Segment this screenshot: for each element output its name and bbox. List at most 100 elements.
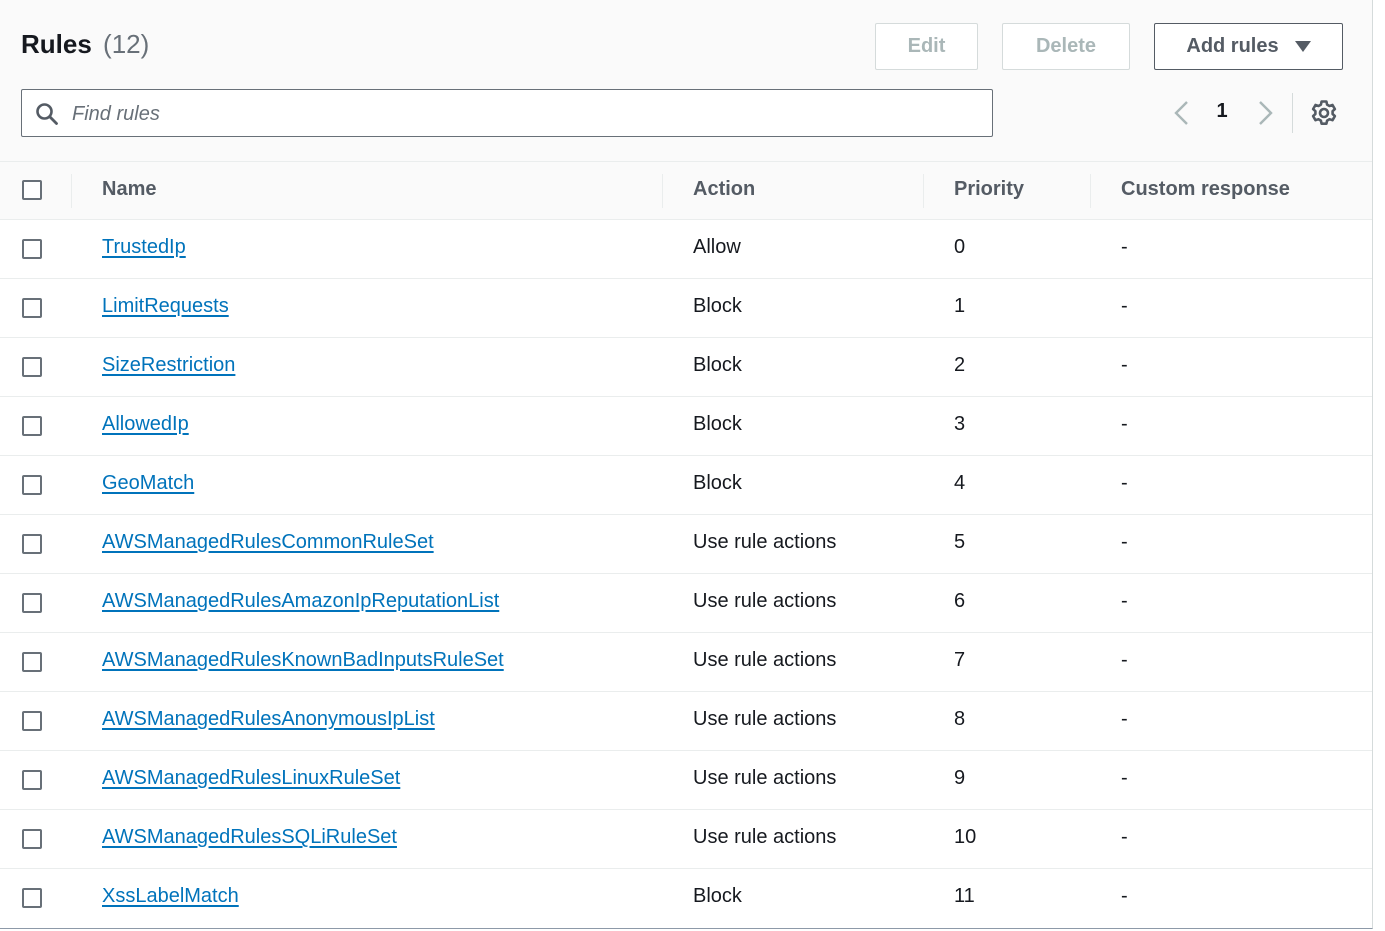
column-header-name[interactable]: Name <box>102 178 156 201</box>
rule-custom-response: - <box>1121 354 1128 376</box>
search-field[interactable] <box>21 89 993 137</box>
rule-name-link[interactable]: AWSManagedRulesCommonRuleSet <box>102 531 434 554</box>
rule-name-link[interactable]: AWSManagedRulesLinuxRuleSet <box>102 767 400 790</box>
rule-action: Use rule actions <box>693 708 837 730</box>
rule-priority: 8 <box>954 708 966 730</box>
rule-name-link[interactable]: AWSManagedRulesSQLiRuleSet <box>102 826 397 849</box>
column-header-action[interactable]: Action <box>693 178 755 201</box>
chevron-left-icon[interactable] <box>1172 100 1192 126</box>
table-row: AWSManagedRulesKnownBadInputsRuleSet Use… <box>0 633 1372 692</box>
search-icon <box>36 103 58 125</box>
rule-priority: 6 <box>954 590 966 612</box>
rule-priority: 1 <box>954 295 966 317</box>
rule-action: Block <box>693 472 742 494</box>
table-row: AWSManagedRulesLinuxRuleSet Use rule act… <box>0 751 1372 810</box>
page-number[interactable]: 1 <box>1212 100 1232 123</box>
rule-custom-response: - <box>1121 472 1128 494</box>
rule-action: Use rule actions <box>693 531 837 553</box>
row-checkbox[interactable] <box>22 239 42 259</box>
rule-name-link[interactable]: AWSManagedRulesKnownBadInputsRuleSet <box>102 649 504 672</box>
rule-priority: 4 <box>954 472 966 494</box>
column-header-priority[interactable]: Priority <box>954 178 1024 201</box>
table-header: Name Action Priority Custom response <box>0 162 1372 220</box>
rules-panel: Rules (12) Edit Delete Add rules 1 <box>0 0 1373 929</box>
rule-name-link[interactable]: XssLabelMatch <box>102 885 239 908</box>
row-checkbox[interactable] <box>22 416 42 436</box>
delete-button-label: Delete <box>1035 35 1097 57</box>
title-text: Rules <box>21 29 92 59</box>
rules-table-body: TrustedIp Allow 0 - LimitRequests Block … <box>0 220 1372 928</box>
add-rules-button-label: Add rules <box>1186 35 1279 57</box>
rule-name-link[interactable]: AWSManagedRulesAmazonIpReputationList <box>102 590 499 613</box>
row-checkbox[interactable] <box>22 829 42 849</box>
rules-count: (12) <box>103 29 150 59</box>
rules-header: Rules (12) Edit Delete Add rules 1 <box>0 0 1372 162</box>
chevron-right-icon[interactable] <box>1255 100 1275 126</box>
row-checkbox[interactable] <box>22 652 42 672</box>
edit-button-label: Edit <box>907 35 946 57</box>
row-checkbox[interactable] <box>22 593 42 613</box>
table-row: GeoMatch Block 4 - <box>0 456 1372 515</box>
column-separator <box>662 174 663 208</box>
rule-custom-response: - <box>1121 236 1128 258</box>
row-checkbox[interactable] <box>22 298 42 318</box>
rule-custom-response: - <box>1121 295 1128 317</box>
rule-custom-response: - <box>1121 767 1128 789</box>
rule-custom-response: - <box>1121 826 1128 848</box>
rule-action: Block <box>693 354 742 376</box>
table-row: AllowedIp Block 3 - <box>0 397 1372 456</box>
rule-name-link[interactable]: TrustedIp <box>102 236 186 259</box>
rule-custom-response: - <box>1121 885 1128 907</box>
row-checkbox[interactable] <box>22 888 42 908</box>
row-checkbox[interactable] <box>22 534 42 554</box>
delete-button[interactable]: Delete <box>1002 23 1130 70</box>
pager-divider <box>1292 93 1293 133</box>
rule-priority: 7 <box>954 649 966 671</box>
rule-action: Use rule actions <box>693 826 837 848</box>
rule-name-link[interactable]: AWSManagedRulesAnonymousIpList <box>102 708 435 731</box>
search-input[interactable] <box>70 98 974 130</box>
rule-custom-response: - <box>1121 413 1128 435</box>
table-row: SizeRestriction Block 2 - <box>0 338 1372 397</box>
rule-action: Use rule actions <box>693 590 837 612</box>
rule-name-link[interactable]: GeoMatch <box>102 472 194 495</box>
rule-priority: 9 <box>954 767 966 789</box>
rule-custom-response: - <box>1121 649 1128 671</box>
table-row: AWSManagedRulesAnonymousIpList Use rule … <box>0 692 1372 751</box>
column-separator <box>1090 174 1091 208</box>
column-header-custom-response[interactable]: Custom response <box>1121 178 1290 201</box>
rule-action: Use rule actions <box>693 767 837 789</box>
rule-custom-response: - <box>1121 708 1128 730</box>
gear-icon[interactable] <box>1310 99 1338 127</box>
rule-priority: 3 <box>954 413 966 435</box>
select-all-checkbox[interactable] <box>22 180 42 200</box>
rule-name-link[interactable]: LimitRequests <box>102 295 229 318</box>
rule-custom-response: - <box>1121 590 1128 612</box>
row-checkbox[interactable] <box>22 770 42 790</box>
rule-action: Block <box>693 295 742 317</box>
column-separator <box>923 174 924 208</box>
rule-name-link[interactable]: AllowedIp <box>102 413 189 436</box>
table-row: XssLabelMatch Block 11 - <box>0 869 1372 928</box>
table-row: AWSManagedRulesSQLiRuleSet Use rule acti… <box>0 810 1372 869</box>
rule-custom-response: - <box>1121 531 1128 553</box>
rule-priority: 5 <box>954 531 966 553</box>
rule-action: Allow <box>693 236 741 258</box>
rule-action: Block <box>693 413 742 435</box>
rule-priority: 11 <box>954 885 975 907</box>
rule-priority: 2 <box>954 354 966 376</box>
table-row: LimitRequests Block 1 - <box>0 279 1372 338</box>
row-checkbox[interactable] <box>22 711 42 731</box>
rule-name-link[interactable]: SizeRestriction <box>102 354 235 377</box>
row-checkbox[interactable] <box>22 357 42 377</box>
edit-button[interactable]: Edit <box>875 23 978 70</box>
caret-down-icon <box>1294 41 1311 52</box>
table-row: TrustedIp Allow 0 - <box>0 220 1372 279</box>
page-title: Rules (12) <box>21 29 149 60</box>
row-checkbox[interactable] <box>22 475 42 495</box>
rule-priority: 10 <box>954 826 977 848</box>
rule-action: Use rule actions <box>693 649 837 671</box>
column-separator <box>71 174 72 208</box>
add-rules-button[interactable]: Add rules <box>1154 23 1343 70</box>
rule-priority: 0 <box>954 236 966 258</box>
